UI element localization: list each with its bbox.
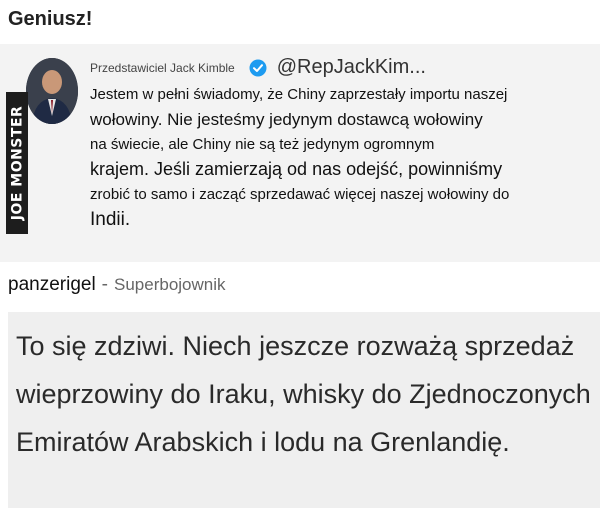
post-title: Geniusz! — [8, 8, 93, 30]
comment-username-link[interactable]: panzerigel — [8, 274, 96, 296]
tweet-line: krajem. Jeśli zamierzają od nas odejść, … — [90, 159, 503, 179]
avatar — [26, 58, 78, 124]
comment-author: panzerigel - Superbojownik — [8, 274, 226, 296]
tweet-line: zrobić to samo i zacząć sprzedawać więce… — [90, 186, 510, 203]
watermark-logo: JOE MONSTER — [6, 92, 28, 234]
tweet-text: Jestem w pełni świadomy, że Chiny zaprze… — [90, 82, 590, 232]
verified-badge-icon — [249, 59, 267, 76]
tweet-line: wołowiny. Nie jesteśmy jedynym dostawcą … — [90, 110, 483, 129]
tweet-line: Indii. — [90, 209, 131, 230]
tweet-line: Jestem w pełni świadomy, że Chiny zaprze… — [90, 86, 508, 103]
user-rank: Superbojownik — [114, 275, 226, 294]
tweet-author-name: Przedstawiciel Jack Kimble — [90, 60, 235, 75]
author-separator: - — [101, 274, 108, 295]
tweet-line: na świecie, ale Chiny nie są też jedynym… — [90, 136, 435, 153]
comment-text: To się zdziwi. Niech jeszcze rozważą spr… — [16, 331, 591, 457]
tweet-author-handle: @RepJackKim... — [276, 56, 426, 78]
comment-body: To się zdziwi. Niech jeszcze rozważą spr… — [8, 312, 600, 508]
